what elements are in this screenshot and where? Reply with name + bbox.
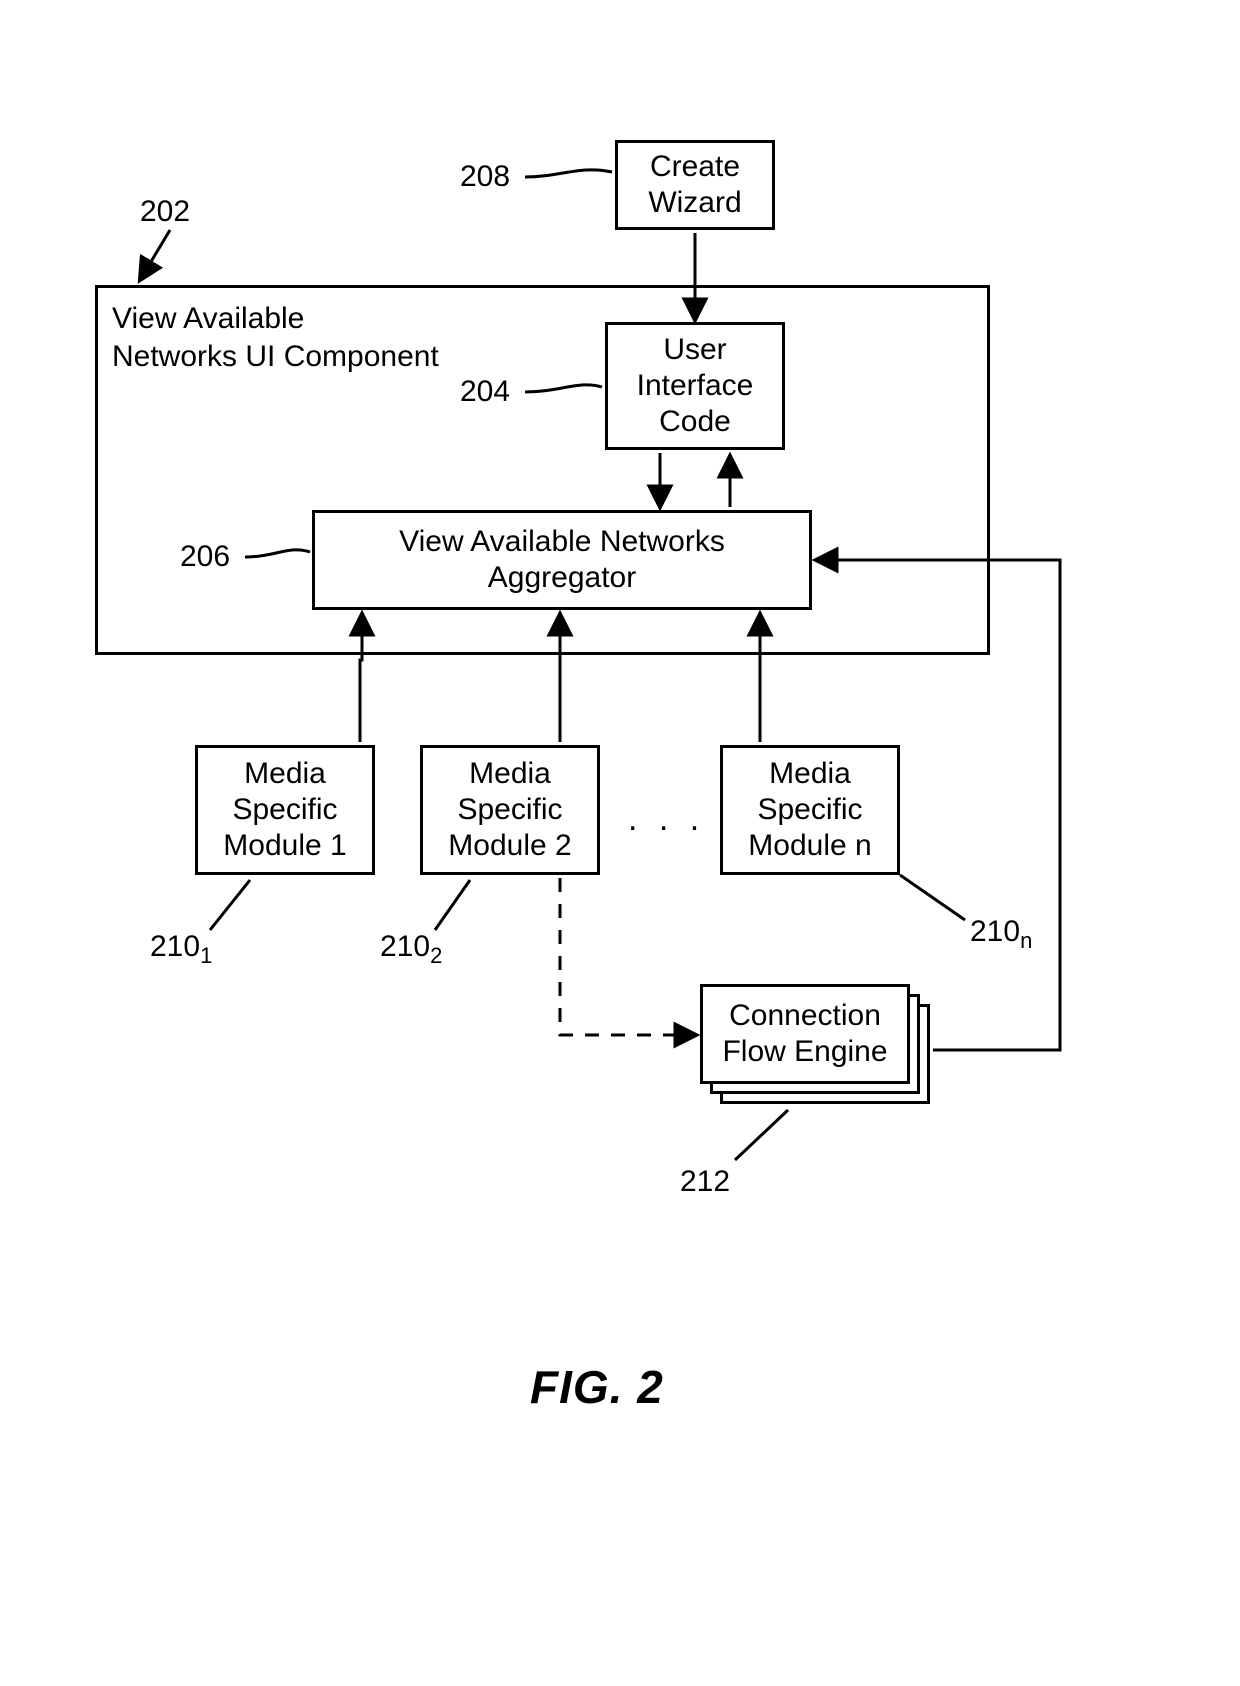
msmn-line3: Module n	[748, 828, 871, 864]
connector-overlay	[0, 0, 1240, 1686]
msmn-line1: Media	[769, 756, 851, 792]
msm2-line3: Module 2	[448, 828, 571, 864]
ui-code-line1: User	[663, 332, 726, 368]
box-create-wizard: Create Wizard	[615, 140, 775, 230]
msmn-line2: Specific	[757, 792, 862, 828]
create-wizard-line2: Wizard	[648, 185, 741, 221]
box-msmn: Media Specific Module n	[720, 745, 900, 875]
label-210-n: 210n	[970, 915, 1032, 954]
container-title: View Available Networks UI Component	[112, 300, 439, 375]
aggregator-line1: View Available Networks	[399, 524, 725, 560]
container-title-line2: Networks UI Component	[112, 340, 439, 373]
box-msm2: Media Specific Module 2	[420, 745, 600, 875]
label-210-1: 2101	[150, 930, 212, 969]
cfe-line1: Connection	[729, 998, 881, 1034]
ui-code-line3: Code	[659, 404, 731, 440]
cfe-line2: Flow Engine	[722, 1034, 887, 1070]
aggregator-line2: Aggregator	[488, 560, 636, 596]
msm1-line2: Specific	[232, 792, 337, 828]
box-cfe: Connection Flow Engine	[700, 984, 910, 1084]
create-wizard-line1: Create	[650, 149, 740, 185]
label-202: 202	[140, 195, 190, 229]
box-msm1: Media Specific Module 1	[195, 745, 375, 875]
label-208: 208	[460, 160, 510, 194]
ellipsis: . . .	[628, 800, 705, 839]
ui-code-line2: Interface	[637, 368, 754, 404]
box-aggregator: View Available Networks Aggregator	[312, 510, 812, 610]
label-206: 206	[180, 540, 230, 574]
diagram-canvas: View Available Networks UI Component Cre…	[0, 0, 1240, 1686]
label-210-2: 2102	[380, 930, 442, 969]
msm2-line1: Media	[469, 756, 551, 792]
msm1-line3: Module 1	[223, 828, 346, 864]
box-ui-code: User Interface Code	[605, 322, 785, 450]
figure-title: FIG. 2	[530, 1360, 664, 1414]
msm1-line1: Media	[244, 756, 326, 792]
container-title-line1: View Available	[112, 302, 304, 335]
label-212: 212	[680, 1165, 730, 1199]
label-204: 204	[460, 375, 510, 409]
msm2-line2: Specific	[457, 792, 562, 828]
